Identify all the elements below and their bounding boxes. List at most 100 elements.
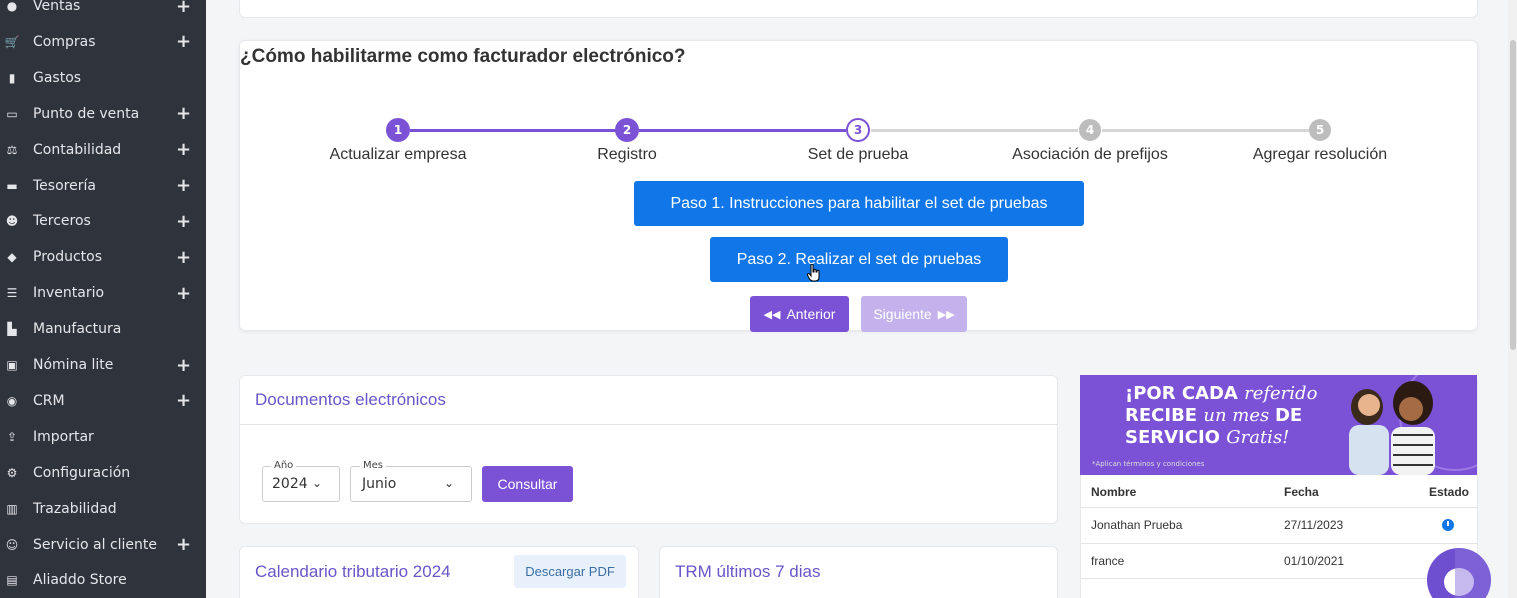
tags-icon: ◆ (7, 250, 17, 265)
expand-plus-icon[interactable]: + (176, 175, 191, 196)
documentos-divider (240, 424, 1057, 425)
step-5-label: Agregar resolución (1252, 146, 1388, 163)
expand-plus-icon[interactable]: + (176, 283, 191, 304)
sidebar-item-label: Productos (33, 249, 103, 266)
anterior-label: Anterior (786, 306, 836, 322)
sidebar-item-gastos[interactable]: ▮ Gastos (0, 60, 206, 96)
step-2-circle[interactable]: 2 (615, 118, 639, 142)
expand-plus-icon[interactable]: + (176, 211, 191, 232)
sidebar-item-label: Aliaddo Store (33, 572, 127, 589)
receipt-icon: ▮ (8, 70, 16, 85)
support-icon: ☺ (5, 537, 19, 552)
payroll-icon: ▣ (6, 358, 18, 372)
sidebar-item-label: Contabilidad (33, 141, 122, 158)
descargar-pdf-button[interactable]: Descargar PDF (514, 555, 626, 588)
cell-nombre: Jonathan Prueba (1091, 518, 1183, 532)
column-header-fecha: Fecha (1284, 485, 1319, 499)
expand-plus-icon[interactable]: + (176, 390, 191, 411)
year-legend: Año (271, 460, 297, 471)
step-3-circle[interactable]: 3 (846, 118, 870, 142)
step-5-circle[interactable]: 5 (1309, 119, 1331, 141)
sidebar-item-servicio-al-cliente[interactable]: ☺ Servicio al cliente + (0, 527, 206, 563)
cash-icon: ▬ (6, 178, 18, 193)
upload-icon: ⇪ (6, 429, 18, 444)
scale-icon: ⚖ (6, 142, 18, 157)
cart-icon: 🛒 (4, 34, 20, 49)
expand-plus-icon[interactable]: + (176, 139, 191, 160)
calendario-title: Calendario tributario 2024 (255, 562, 451, 581)
table-row-divider (1081, 543, 1477, 544)
sidebar-item-productos[interactable]: ◆ Productos + (0, 239, 206, 275)
cell-nombre: france (1091, 554, 1125, 568)
table-row-divider (1081, 507, 1477, 508)
sidebar-item-label: Manufactura (33, 321, 122, 338)
sidebar-item-crm[interactable]: ◉ CRM + (0, 383, 206, 419)
cell-fecha: 27/11/2023 (1284, 518, 1344, 532)
sidebar-item-importar[interactable]: ⇪ Importar (0, 419, 206, 455)
column-header-nombre: Nombre (1091, 485, 1137, 499)
chat-launcher-button[interactable] (1427, 548, 1491, 598)
expand-plus-icon[interactable]: + (176, 31, 191, 52)
siguiente-label: Siguiente (873, 306, 932, 322)
money-bag-icon: ● (6, 0, 18, 13)
step-3-label: Set de prueba (807, 146, 909, 163)
clock-icon (1442, 519, 1454, 531)
sidebar-item-ventas[interactable]: ● Ventas + (0, 0, 206, 24)
expand-plus-icon[interactable]: + (176, 103, 191, 124)
scrollbar-thumb[interactable] (1510, 40, 1516, 350)
paso1-button[interactable]: Paso 1. Instrucciones para habilitar el … (634, 181, 1084, 226)
paso2-button[interactable]: Paso 2. Realizar el set de pruebas (710, 237, 1008, 282)
sidebar-item-terceros[interactable]: ☻ Terceros + (0, 203, 206, 239)
sidebar-item-label: Punto de venta (33, 105, 140, 122)
referral-promo-banner[interactable]: ¡POR CADA referido RECIBE un mes DE SERV… (1080, 375, 1477, 475)
siguiente-button[interactable]: Siguiente ▶▶ (861, 296, 967, 332)
expand-plus-icon[interactable]: + (176, 534, 191, 555)
sidebar-item-label: Terceros (33, 213, 91, 230)
sidebar-item-punto-de-venta[interactable]: ▭ Punto de venta + (0, 96, 206, 132)
sidebar-item-compras[interactable]: 🛒 Compras + (0, 24, 206, 60)
chat-ring (1455, 548, 1491, 598)
sidebar-item-label: Servicio al cliente (33, 536, 158, 553)
step-1-circle[interactable]: 1 (386, 118, 410, 142)
chevron-down-icon: ⌄ (444, 476, 455, 490)
crm-icon: ◉ (6, 393, 18, 408)
expand-plus-icon[interactable]: + (176, 355, 191, 376)
sidebar-item-configuración[interactable]: ⚙ Configuración (0, 455, 206, 491)
cogs-icon: ⚙ (6, 465, 18, 480)
hand-cursor-icon (807, 264, 820, 282)
step-4-circle[interactable]: 4 (1079, 119, 1101, 141)
sidebar-item-tesorería[interactable]: ▬ Tesorería + (0, 168, 206, 204)
people-illustration-icon (1349, 375, 1477, 475)
sidebar-item-inventario[interactable]: ☰ Inventario + (0, 275, 206, 311)
pallet-icon: ☰ (6, 286, 18, 301)
sidebar-item-label: Trazabilidad (33, 500, 117, 517)
sidebar-item-manufactura[interactable]: ▙ Manufactura (0, 311, 206, 347)
step-1-label: Actualizar empresa (329, 146, 467, 163)
step-2-label: Registro (597, 146, 657, 163)
consultar-button[interactable]: Consultar (482, 466, 573, 502)
step-line-3-4 (871, 129, 1078, 132)
table-row-divider (1081, 578, 1477, 579)
sidebar: ● Ventas + 🛒 Compras + ▮ Gastos ▭ Punto de venta +… (0, 0, 206, 598)
sidebar-item-label: Ventas (33, 0, 81, 14)
sidebar-item-label: Configuración (33, 464, 131, 481)
expand-plus-icon[interactable]: + (176, 247, 191, 268)
trm-title: TRM últimos 7 dias (675, 562, 821, 581)
sidebar-item-nómina-lite[interactable]: ▣ Nómina lite + (0, 347, 206, 383)
store-icon: ▤ (6, 573, 18, 588)
sidebar-item-label: CRM (33, 392, 65, 409)
expand-plus-icon[interactable]: + (176, 0, 191, 17)
column-header-estado: Estado (1429, 485, 1470, 499)
top-card (239, 0, 1478, 18)
sidebar-item-label: Importar (33, 428, 94, 445)
sidebar-item-trazabilidad[interactable]: ▥ Trazabilidad (0, 491, 206, 527)
sidebar-item-contabilidad[interactable]: ⚖ Contabilidad + (0, 132, 206, 168)
step-4-label: Asociación de prefijos (1012, 146, 1168, 163)
chart-icon: ▥ (6, 501, 18, 516)
month-value: Junio (362, 476, 397, 492)
sidebar-item-label: Inventario (33, 285, 105, 302)
sidebar-item-label: Gastos (33, 69, 82, 86)
anterior-button[interactable]: ◀◀ Anterior (750, 296, 849, 332)
sidebar-item-aliaddo-store[interactable]: ▤ Aliaddo Store (0, 562, 206, 598)
wizard-title: ¿Cómo habilitarme como facturador electr… (240, 46, 686, 67)
